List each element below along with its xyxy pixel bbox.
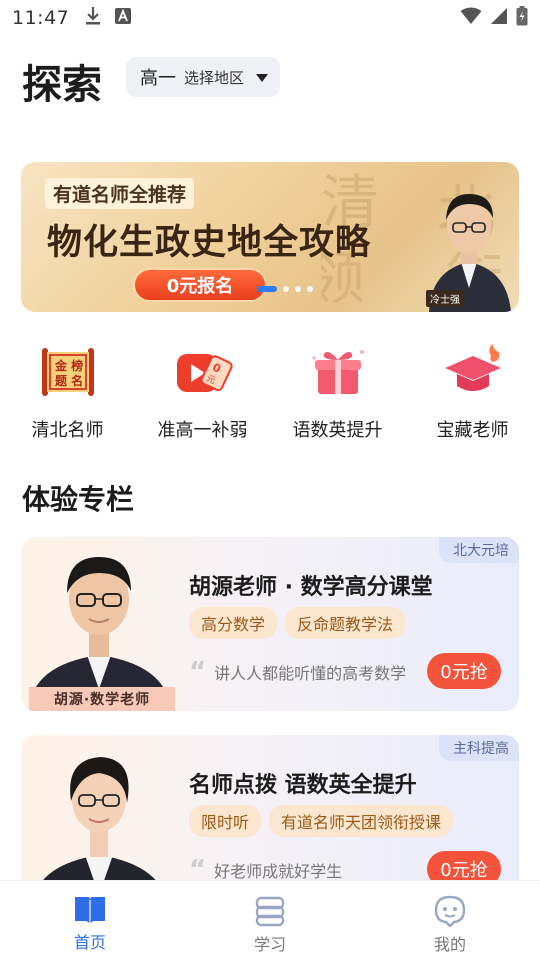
category-core-subjects[interactable]: 语数英提升 [270, 340, 405, 442]
battery-icon [516, 6, 528, 30]
keyboard-a-icon [115, 8, 132, 28]
promo-banner[interactable]: 清 北 领 衔 有道名师全推荐 物化生政史地全攻略 0元报名 冷士强 [21, 162, 519, 312]
category-pre-freshman[interactable]: 0 元 准高一补弱 [135, 340, 270, 442]
banner-subtitle: 有道名师全推荐 [45, 178, 195, 209]
banner-dot[interactable] [257, 286, 277, 292]
caret-down-icon [256, 68, 268, 87]
signal-icon [490, 7, 508, 29]
course-badge: 限时听 [189, 805, 262, 837]
course-card[interactable]: 胡源·数学老师 北大元培 胡源老师 · 数学高分课堂 高分数学 反命题教学法 “… [21, 537, 519, 711]
category-label: 语数英提升 [292, 420, 383, 441]
status-time: 11:47 [12, 7, 70, 29]
nav-item-study[interactable]: 学习 [180, 881, 360, 960]
video-free-icon: 0 元 [176, 354, 233, 392]
banner-pagination [257, 286, 313, 292]
grab-free-button[interactable]: 0元抢 [427, 653, 501, 689]
course-title: 胡源老师 · 数学高分课堂 [189, 575, 433, 600]
download-icon [85, 6, 101, 30]
category-grid: 金 榜 题 名 清北名师 0 元 准高一补弱 语数英提升 宝藏老师 [0, 340, 540, 442]
course-title: 名师点拨 语数英全提升 [189, 773, 417, 798]
wifi-icon [460, 7, 482, 29]
course-quote-text: 好老师成就好学生 [214, 862, 343, 881]
nav-label: 首页 [73, 933, 106, 952]
teacher-photo [34, 757, 166, 895]
book-icon [75, 897, 105, 924]
section-title: 体验专栏 [22, 483, 135, 516]
banner-dot[interactable] [295, 286, 301, 292]
grade-region-selector[interactable]: 高一 选择地区 [126, 57, 280, 97]
svg-text:金 榜: 金 榜 [54, 358, 83, 373]
banner-dot[interactable] [307, 286, 313, 292]
course-card[interactable]: 主科提高 名师点拨 语数英全提升 限时听 有道名师天团领衔授课 “ 好老师成就好… [21, 735, 519, 895]
nav-label: 我的 [433, 935, 466, 954]
banner-teacher-tag: 冷士强 [426, 290, 464, 307]
banner-title: 物化生政史地全攻略 [47, 223, 372, 263]
banner-signup-button[interactable]: 0元报名 [133, 268, 267, 302]
course-tag: 主科提高 [439, 735, 519, 761]
category-treasure-teachers[interactable]: 宝藏老师 [405, 340, 540, 442]
nav-item-profile[interactable]: 我的 [360, 881, 540, 960]
gift-icon [311, 350, 364, 394]
stack-icon [255, 896, 285, 927]
nav-label: 学习 [253, 935, 286, 954]
category-label: 清北名师 [31, 420, 104, 441]
course-tag: 北大元培 [439, 537, 519, 563]
quote-icon: “ [189, 659, 207, 685]
face-icon [434, 895, 466, 927]
grade-value: 高一 [140, 68, 176, 89]
bottom-nav: 首页 学习 我的 [0, 880, 540, 960]
course-badges: 高分数学 反命题教学法 [189, 607, 406, 639]
course-badge: 高分数学 [189, 607, 278, 639]
status-bar: 11:47 [0, 0, 540, 36]
course-quote: “ 讲人人都能听懂的高考数学 [189, 659, 439, 685]
nav-item-home[interactable]: 首页 [0, 881, 180, 960]
category-qingbei-teachers[interactable]: 金 榜 题 名 清北名师 [0, 340, 135, 442]
banner-dot[interactable] [283, 286, 289, 292]
page-title: 探索 [22, 62, 102, 108]
region-value: 选择地区 [184, 68, 245, 87]
course-quote-text: 讲人人都能听懂的高考数学 [214, 664, 407, 683]
course-badge: 反命题教学法 [285, 607, 406, 639]
course-badge: 有道名师天团领衔授课 [269, 805, 454, 837]
category-label: 准高一补弱 [157, 420, 248, 441]
category-label: 宝藏老师 [436, 420, 509, 441]
teacher-photo-label: 胡源·数学老师 [29, 687, 175, 711]
gold-list-icon: 金 榜 题 名 [41, 348, 94, 396]
svg-text:题 名: 题 名 [55, 373, 83, 388]
graduation-cap-icon [444, 344, 501, 391]
course-badges: 限时听 有道名师天团领衔授课 [189, 805, 454, 837]
teacher-photo [29, 557, 171, 711]
